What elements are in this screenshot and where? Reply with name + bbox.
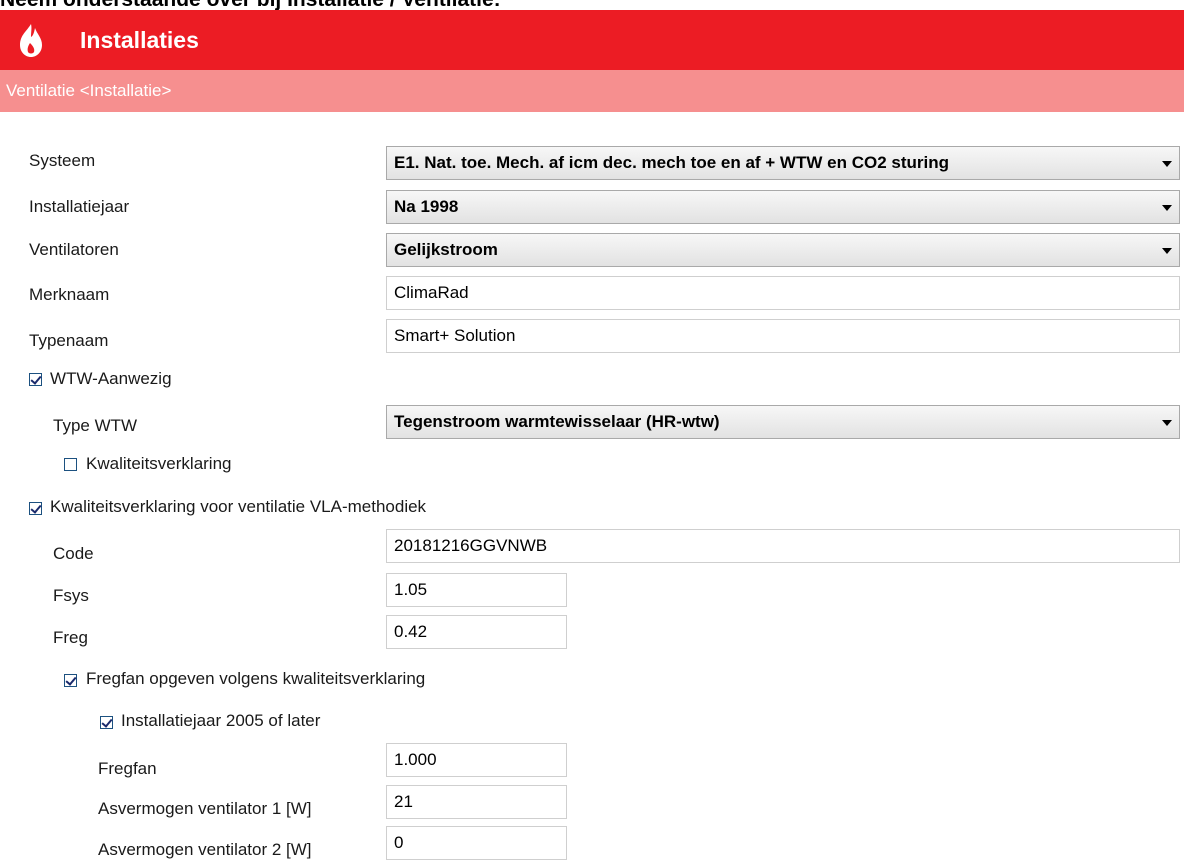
type-wtw-value: Tegenstroom warmtewisselaar (HR-wtw) <box>394 412 720 431</box>
fregfan-field[interactable]: 1.000 <box>386 743 567 777</box>
page-title: Installaties <box>80 27 199 53</box>
asvermogen1-label: Asvermogen ventilator 1 [W] <box>98 799 312 818</box>
chevron-down-icon <box>1162 248 1172 254</box>
typenaam-label: Typenaam <box>29 331 109 350</box>
merknaam-field[interactable]: ClimaRad <box>386 276 1180 310</box>
ventilatoren-label: Ventilatoren <box>29 240 119 259</box>
kwaliteitsverklaring-label: Kwaliteitsverklaring <box>86 454 232 473</box>
installatiejaar-2005-label: Installatiejaar 2005 of later <box>121 711 321 730</box>
chevron-down-icon <box>1162 161 1172 167</box>
code-field[interactable]: 20181216GGVNWB <box>386 529 1180 563</box>
code-label: Code <box>53 544 94 563</box>
systeem-label: Systeem <box>29 151 96 170</box>
kwaliteitsverklaring-checkbox[interactable] <box>64 458 77 471</box>
vla-label: Kwaliteitsverklaring voor ventilatie VLA… <box>50 497 427 516</box>
installatiejaar-label: Installatiejaar <box>29 197 130 216</box>
wtw-aanwezig-checkbox[interactable] <box>29 373 42 386</box>
ventilatoren-select[interactable]: Gelijkstroom <box>386 233 1180 267</box>
asvermogen2-field[interactable]: 0 <box>386 826 567 860</box>
systeem-select[interactable]: E1. Nat. toe. Mech. af icm dec. mech toe… <box>386 146 1180 180</box>
type-wtw-select[interactable]: Tegenstroom warmtewisselaar (HR-wtw) <box>386 405 1180 439</box>
freg-field[interactable]: 0.42 <box>386 615 567 649</box>
ventilatoren-value: Gelijkstroom <box>394 240 498 259</box>
section-title: Ventilatie <Installatie> <box>0 70 1184 112</box>
app-header: Installaties <box>0 10 1184 70</box>
installatiejaar-select[interactable]: Na 1998 <box>386 190 1180 224</box>
type-wtw-label: Type WTW <box>53 416 138 435</box>
vla-checkbox[interactable] <box>29 502 42 515</box>
fregfan-label: Fregfan <box>98 759 157 778</box>
installatiejaar-value: Na 1998 <box>394 197 459 216</box>
asvermogen1-field[interactable]: 21 <box>386 785 567 819</box>
merknaam-label: Merknaam <box>29 285 110 304</box>
fregfan-opgeven-checkbox[interactable] <box>64 674 77 687</box>
chevron-down-icon <box>1162 420 1172 426</box>
fsys-label: Fsys <box>53 586 89 605</box>
wtw-aanwezig-label: WTW-Aanwezig <box>50 369 172 388</box>
fregfan-opgeven-label: Fregfan opgeven volgens kwaliteitsverkla… <box>86 669 426 688</box>
systeem-value: E1. Nat. toe. Mech. af icm dec. mech toe… <box>394 153 949 172</box>
fsys-field[interactable]: 1.05 <box>386 573 567 607</box>
asvermogen2-label: Asvermogen ventilator 2 [W] <box>98 840 312 859</box>
installatiejaar-2005-checkbox[interactable] <box>100 716 113 729</box>
freg-label: Freg <box>53 628 88 647</box>
typenaam-field[interactable]: Smart+ Solution <box>386 319 1180 353</box>
flame-icon <box>20 24 42 57</box>
chevron-down-icon <box>1162 205 1172 211</box>
